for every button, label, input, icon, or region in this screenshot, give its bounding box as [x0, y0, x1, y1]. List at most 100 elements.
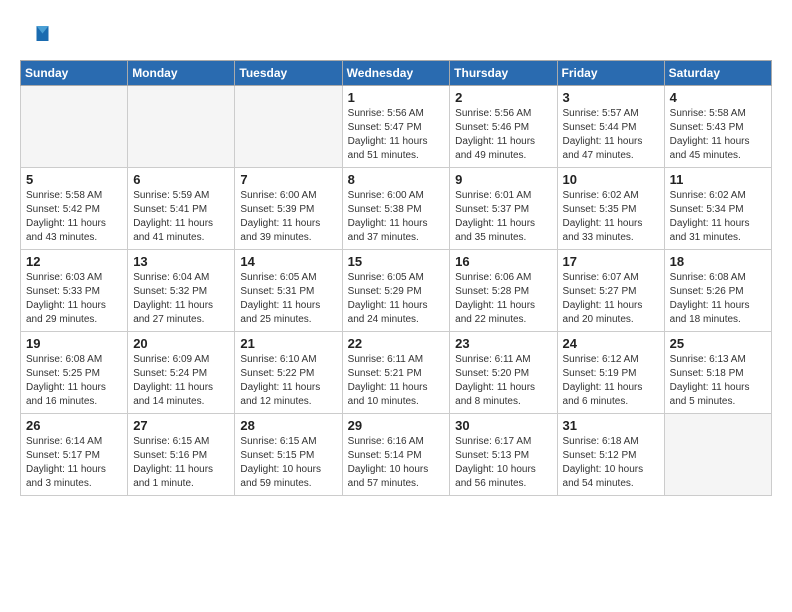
day-info: Sunrise: 6:15 AM Sunset: 5:16 PM Dayligh…: [133, 435, 229, 491]
day-info: Sunrise: 5:57 AM Sunset: 5:44 PM Dayligh…: [563, 107, 659, 163]
day-info: Sunrise: 6:10 AM Sunset: 5:22 PM Dayligh…: [240, 353, 336, 409]
day-number: 30: [455, 418, 551, 433]
calendar-cell: 25 Sunrise: 6:13 AM Sunset: 5:18 PM Dayli…: [664, 332, 771, 414]
calendar-cell: 30 Sunrise: 6:17 AM Sunset: 5:13 PM Dayli…: [450, 414, 557, 496]
weekday-header-saturday: Saturday: [664, 61, 771, 86]
day-number: 11: [670, 172, 766, 187]
day-info: Sunrise: 6:18 AM Sunset: 5:12 PM Dayligh…: [563, 435, 659, 491]
calendar-cell: [664, 414, 771, 496]
day-number: 22: [348, 336, 445, 351]
calendar-cell: 17Sunrise: 6:07 AM Sunset: 5:27 PM Dayli…: [557, 250, 664, 332]
day-info: Sunrise: 5:59 AM Sunset: 5:41 PM Dayligh…: [133, 189, 229, 245]
day-number: 18: [670, 254, 766, 269]
day-info: Sunrise: 6:04 AM Sunset: 5:32 PM Dayligh…: [133, 271, 229, 327]
day-info: Sunrise: 6:13 AM Sunset: 5:18 PM Dayligh…: [670, 353, 766, 409]
day-info: Sunrise: 6:17 AM Sunset: 5:13 PM Dayligh…: [455, 435, 551, 491]
calendar-cell: 3 Sunrise: 5:57 AM Sunset: 5:44 PM Daylig…: [557, 86, 664, 168]
day-info: Sunrise: 6:06 AM Sunset: 5:28 PM Dayligh…: [455, 271, 551, 327]
day-number: 10: [563, 172, 659, 187]
day-number: 16: [455, 254, 551, 269]
calendar-cell: 5 Sunrise: 5:58 AM Sunset: 5:42 PM Daylig…: [21, 168, 128, 250]
weekday-header-tuesday: Tuesday: [235, 61, 342, 86]
weekday-header-wednesday: Wednesday: [342, 61, 450, 86]
calendar-cell: 9 Sunrise: 6:01 AM Sunset: 5:37 PM Daylig…: [450, 168, 557, 250]
calendar-cell: 16 Sunrise: 6:06 AM Sunset: 5:28 PM Dayli…: [450, 250, 557, 332]
calendar-cell: 15 Sunrise: 6:05 AM Sunset: 5:29 PM Dayli…: [342, 250, 450, 332]
day-number: 2: [455, 90, 551, 105]
day-number: 24: [563, 336, 659, 351]
calendar-cell: 8Sunrise: 6:00 AM Sunset: 5:38 PM Daylig…: [342, 168, 450, 250]
day-info: Sunrise: 6:16 AM Sunset: 5:14 PM Dayligh…: [348, 435, 445, 491]
day-info: Sunrise: 6:15 AM Sunset: 5:15 PM Dayligh…: [240, 435, 336, 491]
weekday-header-thursday: Thursday: [450, 61, 557, 86]
calendar-cell: 27 Sunrise: 6:15 AM Sunset: 5:16 PM Dayli…: [128, 414, 235, 496]
day-number: 26: [26, 418, 122, 433]
day-number: 9: [455, 172, 551, 187]
calendar-cell: 21 Sunrise: 6:10 AM Sunset: 5:22 PM Dayli…: [235, 332, 342, 414]
day-info: Sunrise: 6:08 AM Sunset: 5:26 PM Dayligh…: [670, 271, 766, 327]
calendar-cell: 1Sunrise: 5:56 AM Sunset: 5:47 PM Daylig…: [342, 86, 450, 168]
day-info: Sunrise: 6:01 AM Sunset: 5:37 PM Dayligh…: [455, 189, 551, 245]
day-number: 31: [563, 418, 659, 433]
day-number: 17: [563, 254, 659, 269]
calendar-cell: 12 Sunrise: 6:03 AM Sunset: 5:33 PM Dayli…: [21, 250, 128, 332]
calendar-week-row: 5 Sunrise: 5:58 AM Sunset: 5:42 PM Daylig…: [21, 168, 772, 250]
calendar-cell: 6 Sunrise: 5:59 AM Sunset: 5:41 PM Daylig…: [128, 168, 235, 250]
day-info: Sunrise: 5:56 AM Sunset: 5:46 PM Dayligh…: [455, 107, 551, 163]
day-number: 4: [670, 90, 766, 105]
day-number: 12: [26, 254, 122, 269]
day-info: Sunrise: 6:11 AM Sunset: 5:21 PM Dayligh…: [348, 353, 445, 409]
logo: [20, 20, 52, 50]
day-info: Sunrise: 6:11 AM Sunset: 5:20 PM Dayligh…: [455, 353, 551, 409]
day-info: Sunrise: 6:12 AM Sunset: 5:19 PM Dayligh…: [563, 353, 659, 409]
day-number: 19: [26, 336, 122, 351]
day-info: Sunrise: 6:02 AM Sunset: 5:35 PM Dayligh…: [563, 189, 659, 245]
weekday-header-friday: Friday: [557, 61, 664, 86]
calendar-week-row: 19 Sunrise: 6:08 AM Sunset: 5:25 PM Dayli…: [21, 332, 772, 414]
day-number: 6: [133, 172, 229, 187]
day-number: 25: [670, 336, 766, 351]
calendar-cell: 19 Sunrise: 6:08 AM Sunset: 5:25 PM Dayli…: [21, 332, 128, 414]
calendar-cell: 23 Sunrise: 6:11 AM Sunset: 5:20 PM Dayli…: [450, 332, 557, 414]
calendar-cell: 13 Sunrise: 6:04 AM Sunset: 5:32 PM Dayli…: [128, 250, 235, 332]
day-number: 15: [348, 254, 445, 269]
day-number: 5: [26, 172, 122, 187]
calendar-cell: 4Sunrise: 5:58 AM Sunset: 5:43 PM Daylig…: [664, 86, 771, 168]
day-info: Sunrise: 6:05 AM Sunset: 5:31 PM Dayligh…: [240, 271, 336, 327]
day-number: 3: [563, 90, 659, 105]
page-header: [20, 20, 772, 50]
calendar-cell: [21, 86, 128, 168]
day-number: 7: [240, 172, 336, 187]
day-number: 20: [133, 336, 229, 351]
calendar-cell: 18 Sunrise: 6:08 AM Sunset: 5:26 PM Dayli…: [664, 250, 771, 332]
calendar-cell: 28 Sunrise: 6:15 AM Sunset: 5:15 PM Dayli…: [235, 414, 342, 496]
calendar-cell: 11 Sunrise: 6:02 AM Sunset: 5:34 PM Dayli…: [664, 168, 771, 250]
day-number: 27: [133, 418, 229, 433]
day-info: Sunrise: 6:05 AM Sunset: 5:29 PM Dayligh…: [348, 271, 445, 327]
calendar-table: SundayMondayTuesdayWednesdayThursdayFrid…: [20, 60, 772, 496]
day-info: Sunrise: 6:02 AM Sunset: 5:34 PM Dayligh…: [670, 189, 766, 245]
weekday-header-monday: Monday: [128, 61, 235, 86]
day-info: Sunrise: 6:08 AM Sunset: 5:25 PM Dayligh…: [26, 353, 122, 409]
calendar-cell: 22 Sunrise: 6:11 AM Sunset: 5:21 PM Dayli…: [342, 332, 450, 414]
logo-icon: [20, 20, 50, 50]
calendar-cell: [235, 86, 342, 168]
day-info: Sunrise: 6:03 AM Sunset: 5:33 PM Dayligh…: [26, 271, 122, 327]
calendar-week-row: 26Sunrise: 6:14 AM Sunset: 5:17 PM Dayli…: [21, 414, 772, 496]
calendar-cell: 7 Sunrise: 6:00 AM Sunset: 5:39 PM Daylig…: [235, 168, 342, 250]
calendar-week-row: 12 Sunrise: 6:03 AM Sunset: 5:33 PM Dayli…: [21, 250, 772, 332]
day-info: Sunrise: 5:58 AM Sunset: 5:42 PM Dayligh…: [26, 189, 122, 245]
calendar-cell: 26Sunrise: 6:14 AM Sunset: 5:17 PM Dayli…: [21, 414, 128, 496]
calendar-cell: 2 Sunrise: 5:56 AM Sunset: 5:46 PM Daylig…: [450, 86, 557, 168]
day-info: Sunrise: 6:00 AM Sunset: 5:39 PM Dayligh…: [240, 189, 336, 245]
calendar-cell: 31 Sunrise: 6:18 AM Sunset: 5:12 PM Dayli…: [557, 414, 664, 496]
day-number: 8: [348, 172, 445, 187]
day-number: 21: [240, 336, 336, 351]
day-number: 23: [455, 336, 551, 351]
calendar-cell: 29Sunrise: 6:16 AM Sunset: 5:14 PM Dayli…: [342, 414, 450, 496]
day-info: Sunrise: 6:09 AM Sunset: 5:24 PM Dayligh…: [133, 353, 229, 409]
calendar-cell: 24 Sunrise: 6:12 AM Sunset: 5:19 PM Dayli…: [557, 332, 664, 414]
day-number: 13: [133, 254, 229, 269]
calendar-cell: 14Sunrise: 6:05 AM Sunset: 5:31 PM Dayli…: [235, 250, 342, 332]
day-number: 28: [240, 418, 336, 433]
